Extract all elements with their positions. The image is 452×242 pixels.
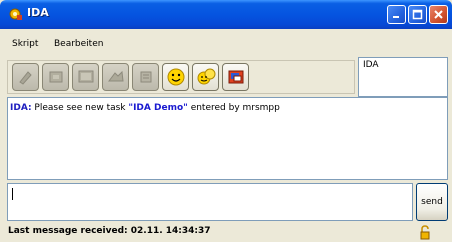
toolbar-button-3[interactable] <box>72 63 99 91</box>
close-icon <box>434 10 443 19</box>
toolbar-button-4[interactable] <box>102 63 129 91</box>
flag-icon <box>228 70 244 84</box>
nickname-field[interactable]: IDA <box>358 57 448 97</box>
nickname-value: IDA <box>363 60 379 70</box>
toolbar-button-smiley[interactable] <box>162 63 189 91</box>
toolbar-button-2[interactable] <box>42 63 69 91</box>
menu-skript[interactable]: Skript <box>12 39 38 49</box>
lock-icon <box>420 225 430 240</box>
status-bar: Last message received: 02.11. 14:34:37 <box>0 224 452 242</box>
maximize-icon <box>412 9 423 20</box>
send-button[interactable]: send <box>416 183 448 221</box>
minimize-icon <box>393 16 399 18</box>
tool-5-icon <box>140 71 152 83</box>
menu-bearbeiten[interactable]: Bearbeiten <box>54 39 103 49</box>
status-text: Last message received: 02.11. 14:34:37 <box>8 226 211 236</box>
menu-bar: Skript Bearbeiten <box>4 39 448 53</box>
message-line: IDA: Please see new task "IDA Demo" ente… <box>10 103 280 113</box>
minimize-button[interactable] <box>387 5 406 24</box>
window-title: IDA <box>27 6 49 19</box>
toolbar-button-chat-faces[interactable] <box>192 63 219 91</box>
message-text-before: Please see new task <box>31 103 129 113</box>
maximize-button[interactable] <box>408 5 427 24</box>
text-caret <box>12 188 13 200</box>
tool-3-icon <box>78 70 94 83</box>
message-text-after: entered by mrsmpp <box>187 103 280 113</box>
message-input[interactable] <box>9 185 411 219</box>
title-bar[interactable]: IDA <box>0 0 452 29</box>
tool-2-icon <box>49 71 63 83</box>
message-task-name: "IDA Demo" <box>128 103 188 113</box>
smiley-icon <box>167 68 185 86</box>
message-log[interactable]: IDA: Please see new task "IDA Demo" ente… <box>7 97 448 180</box>
message-sender: IDA: <box>10 103 32 113</box>
ida-gear-icon <box>9 8 22 20</box>
message-input-container <box>7 183 413 221</box>
close-button[interactable] <box>429 5 448 24</box>
toolbar-button-flag[interactable] <box>222 63 249 91</box>
chat-faces-icon <box>197 68 216 85</box>
toolbar-button-5[interactable] <box>132 63 159 91</box>
tool-1-icon <box>19 71 32 85</box>
ida-window: IDA Skript Bearbeiten IDA IDA: Please se… <box>0 0 452 242</box>
tool-4-icon <box>108 70 124 82</box>
toolbar <box>7 60 355 94</box>
toolbar-button-1[interactable] <box>12 63 39 91</box>
